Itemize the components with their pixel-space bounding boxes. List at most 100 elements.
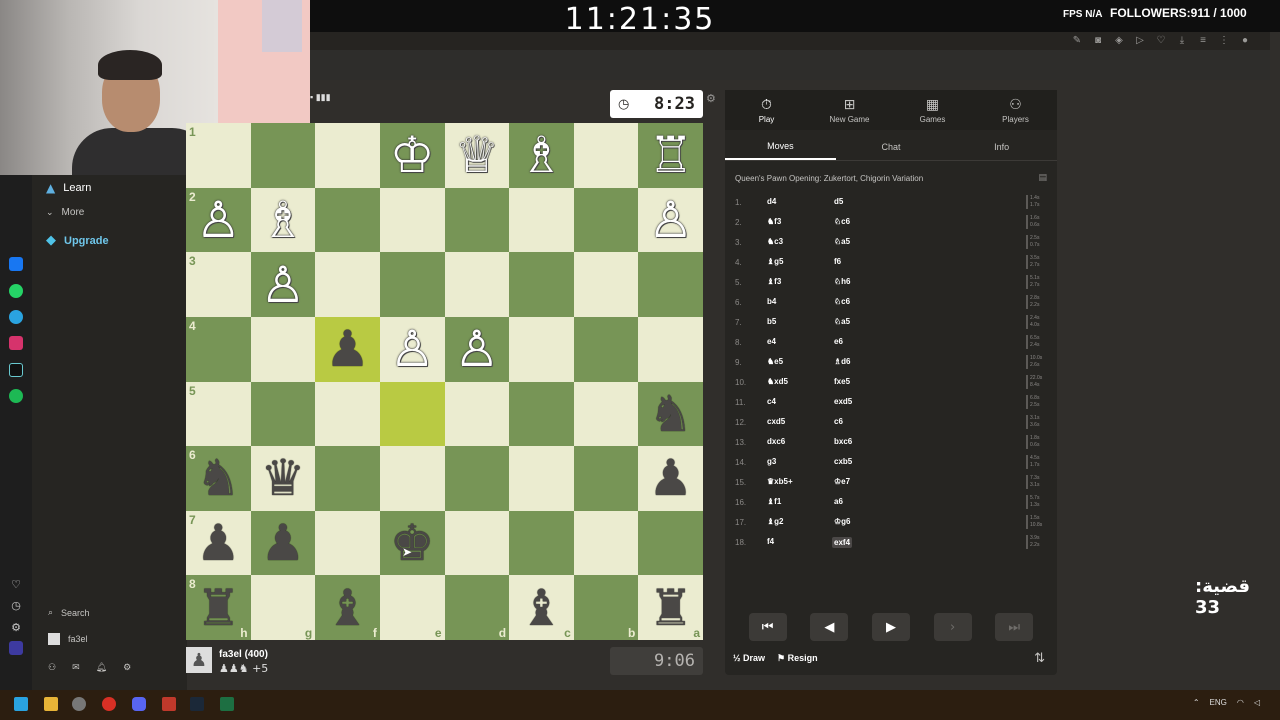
sidebar-item-upgrade[interactable]: ◆ Upgrade bbox=[46, 233, 109, 248]
white-move[interactable]: g3 bbox=[767, 457, 776, 466]
board-square[interactable]: ♞ bbox=[638, 381, 703, 447]
shield-icon[interactable]: ◈ bbox=[1114, 35, 1124, 46]
black-rook-piece[interactable]: ♜ bbox=[196, 583, 241, 633]
black-bishop-piece[interactable]: ♝ bbox=[325, 583, 370, 633]
board-square[interactable] bbox=[509, 446, 574, 511]
board-square[interactable] bbox=[315, 252, 380, 317]
profile-icon[interactable]: ● bbox=[1240, 35, 1250, 46]
tab-games[interactable]: ▦ Games bbox=[891, 90, 974, 130]
chess-board[interactable]: 1 ♔ ♕ ♗ ♖ ♙ 2 ♗ ♙ 3 ♙ 4 ♟ ♙ ♙ 5 ♞ ♞ 6 ♛ ♟ ♟ 7 ♟ ♚ ♜ 8 h g ♝ f e d ♝ c b ♜ a bbox=[186, 123, 703, 640]
board-square[interactable] bbox=[638, 252, 703, 317]
black-move[interactable]: ♗d6 bbox=[834, 357, 851, 366]
board-square[interactable] bbox=[509, 187, 574, 253]
board-square[interactable]: ♝ c bbox=[509, 575, 574, 640]
language-indicator[interactable]: ENG bbox=[1210, 698, 1227, 707]
board-square[interactable] bbox=[379, 381, 445, 447]
board-square[interactable]: ♙ bbox=[250, 252, 316, 317]
board-square[interactable]: ♔ bbox=[379, 123, 445, 188]
board-square[interactable]: ♞ 6 bbox=[186, 446, 251, 511]
board-square[interactable] bbox=[509, 252, 574, 317]
board-square[interactable]: ♙ bbox=[379, 316, 445, 382]
white-move[interactable]: e4 bbox=[767, 337, 776, 346]
first-move-button[interactable]: ⏮ bbox=[748, 613, 787, 641]
sidebar-user[interactable]: fa3el bbox=[48, 633, 88, 645]
heart-icon[interactable]: ♡ bbox=[9, 578, 23, 592]
board-square[interactable] bbox=[509, 316, 574, 382]
board-square[interactable] bbox=[315, 510, 380, 576]
white-pawn-piece[interactable]: ♙ bbox=[390, 324, 435, 374]
app-icon[interactable] bbox=[162, 697, 176, 711]
white-move[interactable]: ♝f1 bbox=[767, 497, 781, 506]
black-rook-piece[interactable]: ♜ bbox=[648, 583, 693, 633]
board-square[interactable] bbox=[444, 446, 510, 511]
sidebar-item-learn[interactable]: ▲ Learn bbox=[46, 181, 91, 195]
white-move[interactable]: ♞e5 bbox=[767, 357, 783, 366]
white-pawn-piece[interactable]: ♙ bbox=[261, 260, 306, 310]
white-bishop-piece[interactable]: ♗ bbox=[519, 130, 564, 180]
white-move[interactable]: ♞f3 bbox=[767, 217, 781, 226]
settings-icon[interactable]: ⚙ bbox=[9, 621, 23, 635]
edit-icon[interactable]: ✎ bbox=[1072, 35, 1082, 46]
board-square[interactable] bbox=[573, 316, 639, 382]
board-square[interactable] bbox=[379, 446, 445, 511]
telegram-icon[interactable] bbox=[9, 310, 23, 324]
board-square[interactable]: ♝ f bbox=[315, 575, 380, 640]
black-move[interactable]: fxe5 bbox=[834, 377, 850, 386]
friends-icon[interactable]: ⚇ bbox=[48, 662, 56, 673]
board-square[interactable]: 1 bbox=[186, 123, 251, 188]
instagram-icon[interactable] bbox=[9, 336, 23, 350]
last-move-button[interactable]: ⏭ bbox=[995, 613, 1034, 641]
black-move[interactable]: ♔e7 bbox=[834, 477, 850, 486]
discord-icon[interactable] bbox=[132, 697, 146, 711]
board-square[interactable] bbox=[250, 381, 316, 447]
black-move[interactable]: bxc6 bbox=[834, 437, 852, 446]
white-move[interactable]: d4 bbox=[767, 197, 776, 206]
camera-icon[interactable]: ◙ bbox=[1093, 35, 1103, 46]
chrome-icon[interactable] bbox=[102, 697, 116, 711]
white-move[interactable]: f4 bbox=[767, 537, 774, 546]
white-move[interactable]: cxd5 bbox=[767, 417, 785, 426]
excel-icon[interactable] bbox=[220, 697, 234, 711]
subtab-chat[interactable]: Chat bbox=[836, 133, 947, 160]
board-square[interactable]: ♕ bbox=[444, 123, 510, 188]
more-icon[interactable]: ⋮ bbox=[1219, 35, 1229, 46]
board-square[interactable] bbox=[444, 381, 510, 447]
board-square[interactable] bbox=[638, 510, 703, 576]
white-move[interactable]: ♝g2 bbox=[767, 517, 784, 526]
white-move[interactable]: c4 bbox=[767, 397, 776, 406]
board-square[interactable] bbox=[573, 123, 639, 188]
history-icon[interactable]: ◷ bbox=[9, 599, 23, 613]
resign-button[interactable]: ⚑ Resign bbox=[777, 653, 818, 664]
black-move[interactable]: ♘a5 bbox=[834, 317, 850, 326]
tab-new-game[interactable]: ⊞ New Game bbox=[808, 90, 891, 130]
white-move[interactable]: ♞c3 bbox=[767, 237, 783, 246]
messenger-icon[interactable] bbox=[9, 257, 23, 271]
black-move[interactable]: ♘c6 bbox=[834, 217, 850, 226]
board-square[interactable] bbox=[444, 252, 510, 317]
board-square[interactable]: ♙ 2 bbox=[186, 187, 251, 253]
extension-icon[interactable] bbox=[9, 641, 23, 655]
board-square[interactable] bbox=[250, 123, 316, 188]
board-grid[interactable]: 1 ♔ ♕ ♗ ♖ ♙ 2 ♗ ♙ 3 ♙ 4 ♟ ♙ ♙ 5 ♞ ♞ 6 ♛ ♟ ♟ 7 ♟ ♚ ♜ 8 h g ♝ f e d ♝ c b ♜ a bbox=[186, 123, 703, 640]
play-icon[interactable]: ▷ bbox=[1135, 35, 1145, 46]
white-move[interactable]: b4 bbox=[767, 297, 776, 306]
sidebar-item-more[interactable]: ⌄ More bbox=[46, 207, 84, 218]
board-square[interactable] bbox=[573, 252, 639, 317]
bell-icon[interactable]: 🔔︎ bbox=[96, 662, 107, 673]
board-square[interactable] bbox=[315, 446, 380, 511]
folder-icon[interactable] bbox=[44, 697, 58, 711]
board-square[interactable]: g bbox=[250, 575, 316, 640]
board-square[interactable] bbox=[379, 252, 445, 317]
play-moves-button[interactable]: ▶ bbox=[871, 613, 910, 641]
black-move[interactable]: f6 bbox=[834, 257, 841, 266]
board-square[interactable]: ♙ bbox=[444, 316, 510, 382]
board-square[interactable] bbox=[315, 187, 380, 253]
board-square[interactable] bbox=[573, 510, 639, 576]
black-move[interactable]: ♘a5 bbox=[834, 237, 850, 246]
board-square[interactable] bbox=[444, 510, 510, 576]
tiktok-icon[interactable] bbox=[9, 363, 23, 377]
white-move[interactable]: ♞xd5 bbox=[767, 377, 788, 386]
board-square[interactable]: ♛ bbox=[250, 446, 316, 511]
book-icon[interactable]: ▤ bbox=[1038, 173, 1047, 183]
white-move[interactable]: ♝g5 bbox=[767, 257, 784, 266]
